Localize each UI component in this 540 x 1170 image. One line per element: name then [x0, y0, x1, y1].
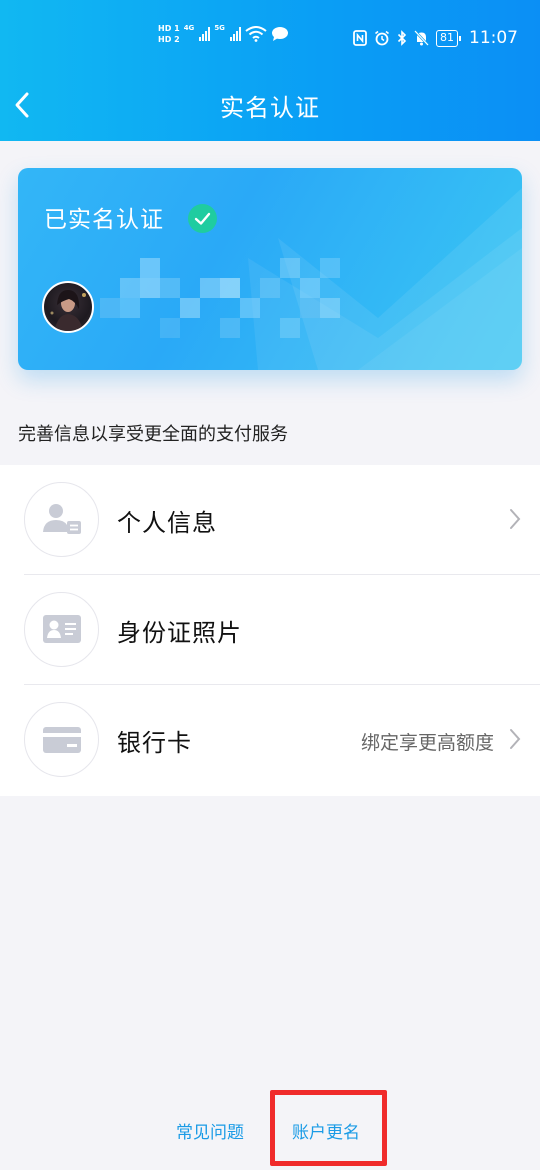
system-indicators: 81 11:07 — [353, 28, 518, 48]
alarm-icon — [375, 30, 389, 46]
chevron-right-icon — [510, 509, 521, 529]
list-item-label: 银行卡 — [117, 729, 192, 757]
account-rename-link[interactable]: 账户更名 — [292, 1118, 360, 1143]
section-caption: 完善信息以享受更全面的支付服务 — [18, 424, 288, 445]
list-item-id-photo[interactable]: 身份证照片 — [0, 575, 540, 685]
bank-card-icon — [24, 702, 99, 777]
header: HD 1 HD 2 4G 5G 81 11:07 实名认证 — [0, 0, 540, 141]
verified-check-icon — [188, 204, 217, 233]
id-card-icon — [24, 592, 99, 667]
battery-indicator: 81 — [436, 29, 461, 47]
signal-1-icon — [199, 27, 211, 41]
page-title: 实名认证 — [220, 94, 320, 122]
network-type-1: 4G — [183, 24, 195, 32]
verification-card: 已实名认证 — [18, 168, 522, 370]
wifi-icon — [245, 26, 267, 42]
hd-badge: HD 1 HD 2 — [158, 24, 180, 44]
bluetooth-icon — [397, 30, 407, 46]
hd2-label: HD 2 — [158, 35, 180, 44]
hd1-label: HD 1 — [158, 24, 180, 33]
message-bubble-icon — [271, 27, 288, 41]
blurred-name — [100, 258, 340, 338]
person-card-icon — [24, 482, 99, 557]
status-bar: HD 1 HD 2 4G 5G 81 11:07 — [0, 0, 540, 80]
info-list: 个人信息 身份证照片 银行卡 绑定享更高额度 — [0, 465, 540, 796]
bank-card-hint: 绑定享更高额度 — [360, 732, 494, 754]
avatar — [42, 281, 94, 333]
list-item-label: 个人信息 — [117, 509, 217, 537]
mute-bell-icon — [414, 30, 429, 46]
verified-label: 已实名认证 — [44, 207, 164, 233]
list-item-personal-info[interactable]: 个人信息 — [0, 465, 540, 575]
network-type-2: 5G — [214, 24, 225, 32]
network-indicators: HD 1 HD 2 4G 5G — [158, 24, 289, 44]
chevron-right-icon — [510, 729, 521, 749]
signal-2-icon — [229, 27, 241, 41]
list-item-label: 身份证照片 — [117, 619, 242, 647]
nav-bar: 实名认证 — [0, 80, 540, 130]
list-item-bank-card[interactable]: 银行卡 绑定享更高额度 — [0, 685, 540, 795]
nfc-icon — [353, 30, 367, 46]
clock: 11:07 — [469, 28, 518, 48]
faq-link[interactable]: 常见问题 — [176, 1118, 244, 1143]
